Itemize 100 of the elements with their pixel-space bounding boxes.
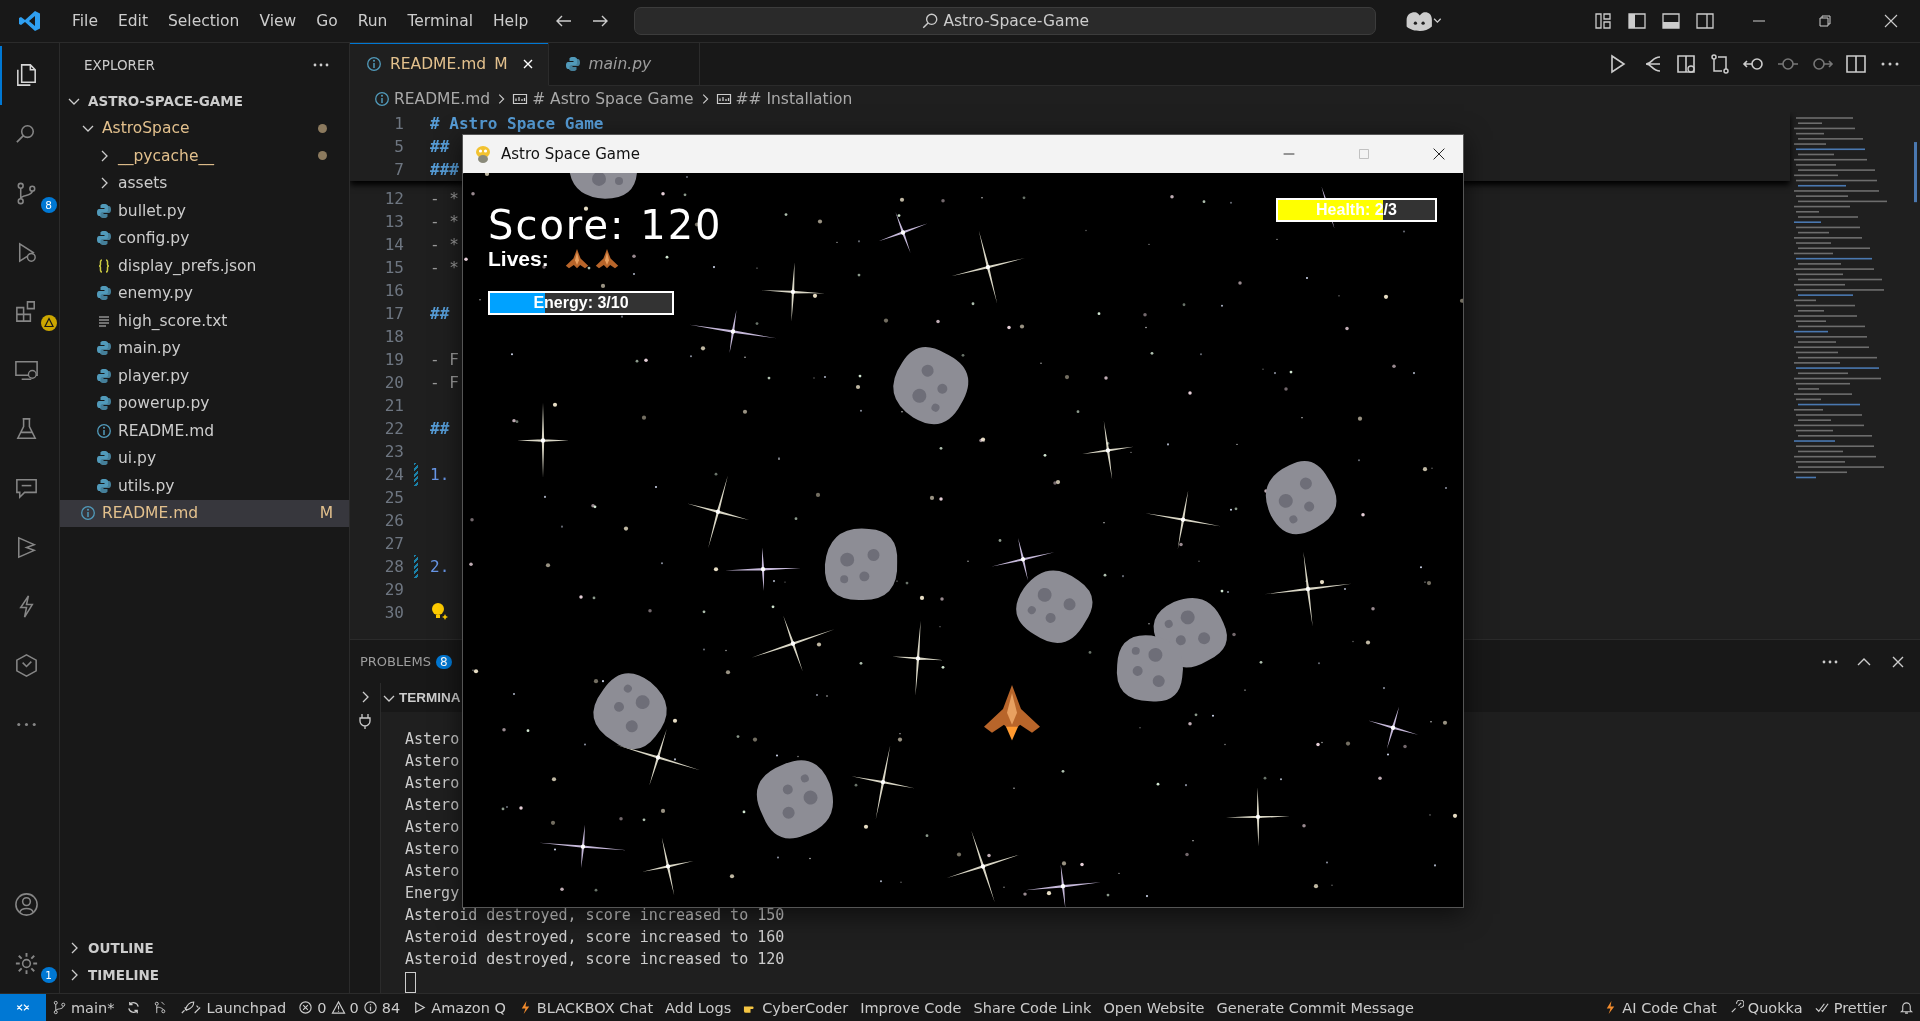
status-item[interactable]: Improve Code: [854, 999, 968, 1016]
plug-icon[interactable]: [357, 713, 373, 729]
file-tree-item[interactable]: config.py: [60, 224, 349, 252]
lives-label: Lives:: [488, 247, 549, 271]
status-item[interactable]: BLACKBOX Chat: [511, 999, 660, 1016]
status-item[interactable]: Open Website: [1097, 999, 1211, 1016]
status-item[interactable]: main*: [46, 999, 121, 1016]
menu-item[interactable]: Terminal: [397, 12, 483, 30]
remote-icon[interactable]: [0, 994, 46, 1021]
lightbulb-icon[interactable]: [430, 600, 450, 621]
string-symbol-icon: [715, 91, 732, 107]
file-tree-item[interactable]: powerup.py: [60, 389, 349, 417]
breadcrumb[interactable]: README.md: [394, 90, 491, 108]
status-item[interactable]: Quokka: [1722, 999, 1809, 1016]
code-line: - *: [430, 235, 459, 254]
file-tree-item[interactable]: ui.py: [60, 444, 349, 472]
status-item[interactable]: CyberCoder: [737, 999, 855, 1016]
status-item[interactable]: Launchpad: [174, 999, 293, 1016]
menu-item[interactable]: File: [62, 12, 108, 30]
file-tree-item[interactable]: enemy.py: [60, 279, 349, 307]
preview-icon[interactable]: [1674, 52, 1698, 76]
sparkle: [642, 837, 694, 896]
workspace-folder[interactable]: ASTRO-SPACE-GAME: [60, 87, 349, 115]
section-header[interactable]: TIMELINE: [60, 961, 349, 989]
status-item[interactable]: Amazon Q: [406, 999, 512, 1016]
editor-tab[interactable]: README.md M: [350, 43, 549, 86]
account-icon[interactable]: [12, 891, 40, 918]
info-icon: [80, 505, 96, 522]
menu-item[interactable]: View: [249, 12, 307, 30]
line-number: 21: [383, 396, 404, 415]
sidebar-title: EXPLORER: [84, 57, 155, 73]
status-item[interactable]: AI Code Chat: [1597, 999, 1723, 1016]
menu-item[interactable]: Run: [347, 12, 398, 30]
file-tree-item[interactable]: player.py: [60, 362, 349, 390]
line-number: 27: [383, 534, 404, 553]
editor-tab[interactable]: main.py: [548, 43, 701, 86]
notification-badge: 1: [40, 967, 57, 983]
line-number: 26: [383, 511, 404, 530]
error-count: 0: [317, 999, 327, 1016]
file-tree-item[interactable]: display_prefs.json: [60, 252, 349, 280]
file-tree-item[interactable]: README.md: [60, 417, 349, 445]
compare-icon[interactable]: [1708, 52, 1732, 76]
file-name: README.md: [102, 504, 200, 523]
toggle-secondary-sidebar-icon[interactable]: [1695, 11, 1715, 31]
breadcrumb[interactable]: ## Installation: [735, 90, 853, 108]
code-line: ##: [430, 137, 450, 156]
toggle-panel-icon[interactable]: [1661, 11, 1681, 31]
menu-item[interactable]: Edit: [107, 12, 158, 30]
code-line: - F: [430, 373, 459, 392]
line-number: 18: [383, 327, 404, 346]
file-tree-item[interactable]: main.py: [60, 334, 349, 362]
terminal-line: Asteroid destroyed, score increased to 120: [405, 949, 785, 970]
file-tree-item[interactable]: README.md M: [60, 499, 349, 527]
toggle-sidebar-icon[interactable]: [1627, 11, 1647, 31]
line-number: 24: [383, 465, 404, 484]
code-line: 2.: [430, 557, 450, 576]
asteroid: [568, 173, 638, 199]
info-count: 84: [381, 999, 401, 1016]
file-tree-item[interactable]: utils.py: [60, 472, 349, 500]
status-item[interactable]: Add Logs: [659, 999, 738, 1016]
line-number: 17: [383, 304, 404, 323]
status-item[interactable]: Prettier: [1808, 999, 1893, 1016]
file-tree-item[interactable]: assets: [60, 169, 349, 197]
status-item[interactable]: Share Code Link: [967, 999, 1098, 1016]
file-name: bullet.py: [118, 201, 187, 220]
file-name: powerup.py: [118, 394, 211, 413]
problems-status[interactable]: 0 0 84: [292, 999, 407, 1016]
menu-item[interactable]: Selection: [157, 12, 250, 30]
panel-tab[interactable]: PROBLEMS 8: [360, 654, 452, 669]
breadcrumb[interactable]: # Astro Space Game: [532, 90, 694, 108]
menu-item[interactable]: Go: [306, 12, 348, 30]
warning-icon: [330, 1000, 346, 1015]
terminal-line: Astero: [405, 751, 460, 772]
file-tree-item[interactable]: AstroSpace: [60, 114, 349, 142]
file-tree-item[interactable]: bullet.py: [60, 197, 349, 225]
file-name: ui.py: [118, 449, 158, 468]
terminal-section-header[interactable]: TERMINA: [381, 683, 461, 712]
file-name: assets: [118, 174, 169, 193]
python-file-icon: [96, 367, 112, 384]
ship-icon: [594, 248, 619, 270]
split-editor-icon[interactable]: [1844, 52, 1868, 76]
python-file-icon: [96, 202, 112, 219]
file-tree-item[interactable]: high_score.txt: [60, 307, 349, 335]
code-line: - F: [430, 350, 459, 369]
section-header[interactable]: OUTLINE: [60, 934, 349, 962]
customize-layout-icon[interactable]: [1593, 11, 1613, 31]
rocket-icon: [180, 1000, 203, 1015]
code-line: - *: [430, 189, 459, 208]
line-number: 23: [383, 442, 404, 461]
menu-item[interactable]: Help: [482, 12, 539, 30]
line-number: 28: [383, 557, 404, 576]
line-number: 22: [383, 419, 404, 438]
search-icon: [921, 12, 940, 30]
file-tree-item[interactable]: __pycache__: [60, 142, 349, 170]
line-number: 29: [383, 580, 404, 599]
status-item[interactable]: Generate Commit Message: [1210, 999, 1420, 1016]
code-line: ###: [430, 160, 459, 179]
file-name: enemy.py: [118, 284, 194, 303]
terminal-line: Astero: [405, 729, 460, 750]
command-center-search[interactable]: Astro-Space-Game: [634, 7, 1377, 35]
